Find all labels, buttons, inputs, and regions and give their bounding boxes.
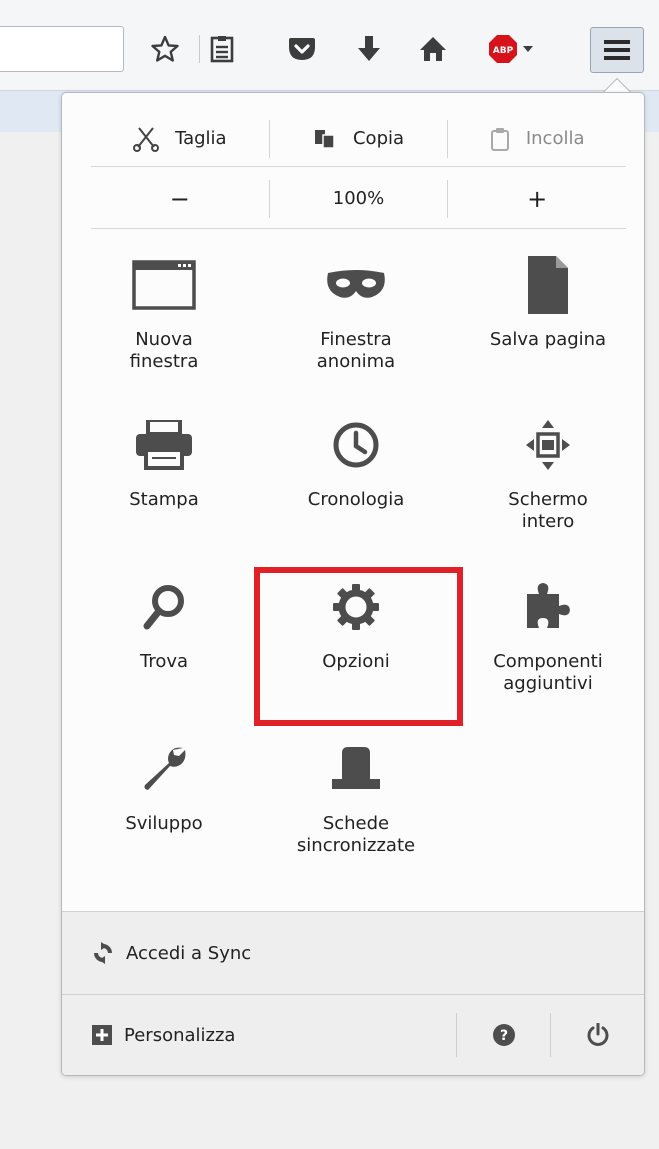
find-icon: [142, 575, 186, 639]
zoom-in-label: +: [527, 184, 548, 213]
find-button[interactable]: Trova: [76, 567, 252, 673]
help-button[interactable]: ?: [456, 1013, 550, 1057]
new-window-button[interactable]: Nuova finestra: [76, 245, 252, 373]
customize-plus-icon: [92, 1025, 112, 1045]
print-label: Stampa: [129, 489, 199, 510]
save-page-label: Salva pagina: [489, 329, 607, 350]
zoom-level: 100%: [332, 188, 385, 209]
private-window-label: Finestra anonima: [316, 329, 396, 372]
fullscreen-button[interactable]: Schermo intero: [460, 405, 636, 533]
synced-tabs-button[interactable]: Schede sincronizzate: [268, 729, 444, 857]
private-window-button[interactable]: Finestra anonima: [268, 245, 444, 373]
history-label: Cronologia: [307, 489, 405, 510]
fullscreen-icon: [526, 413, 570, 477]
history-button[interactable]: Cronologia: [268, 405, 444, 511]
developer-button[interactable]: Sviluppo: [76, 729, 252, 835]
help-icon: ?: [492, 1024, 515, 1046]
customize-label: Personalizza: [124, 1024, 236, 1046]
find-label: Trova: [139, 651, 189, 672]
print-button[interactable]: Stampa: [76, 405, 252, 511]
cut-button[interactable]: Taglia: [91, 120, 269, 158]
reading-list-icon[interactable]: [205, 32, 239, 66]
sync-label: Accedi a Sync: [126, 942, 252, 964]
copy-button[interactable]: Copia: [268, 119, 448, 158]
history-clock-icon: [332, 413, 380, 477]
developer-label: Sviluppo: [125, 813, 203, 834]
download-icon[interactable]: [352, 32, 386, 66]
zoom-reset-button[interactable]: 100%: [268, 179, 448, 218]
paste-button[interactable]: Incolla: [447, 119, 626, 158]
paste-icon: [490, 127, 509, 151]
developer-wrench-icon: [139, 737, 189, 801]
zoom-out-label: −: [169, 184, 190, 213]
synced-tabs-label: Schede sincronizzate: [296, 813, 416, 856]
abp-text: ABP: [493, 46, 514, 56]
zoom-controls: − 100% +: [91, 169, 626, 229]
new-window-label: Nuova finestra: [129, 329, 199, 372]
addons-puzzle-icon: [521, 575, 575, 639]
private-mask-icon: [326, 253, 386, 317]
bookmark-star-icon[interactable]: [148, 32, 182, 66]
cut-label: Taglia: [175, 128, 227, 149]
edit-controls: Taglia Copia Incolla: [91, 111, 626, 167]
customize-button[interactable]: Personalizza: [62, 995, 456, 1075]
svg-text:?: ?: [499, 1028, 507, 1044]
save-page-button[interactable]: Salva pagina: [460, 245, 636, 351]
panel-footer: Personalizza ?: [62, 995, 644, 1075]
paste-label: Incolla: [525, 128, 585, 149]
synced-tabs-icon: [330, 737, 382, 801]
open-menu-button[interactable]: [590, 27, 644, 73]
power-icon: [587, 1023, 608, 1046]
addons-button[interactable]: Componenti aggiuntivi: [460, 567, 636, 695]
scissors-icon: [133, 126, 160, 152]
print-icon: [136, 413, 192, 477]
addons-label: Componenti aggiuntivi: [493, 651, 603, 694]
new-window-icon: [132, 253, 196, 317]
save-page-icon: [528, 253, 568, 317]
sync-signin-row[interactable]: Accedi a Sync: [62, 911, 644, 995]
zoom-out-button[interactable]: −: [91, 180, 269, 218]
adblock-plus-icon[interactable]: ABP: [487, 32, 535, 66]
copy-icon: [314, 129, 335, 149]
url-bar[interactable]: [0, 26, 124, 72]
toolbar-separator: [199, 35, 200, 63]
quit-button[interactable]: [550, 1013, 644, 1057]
home-icon[interactable]: [416, 32, 450, 66]
options-highlight-box: [254, 567, 463, 726]
zoom-in-button[interactable]: +: [447, 179, 626, 218]
menu-icon: [604, 40, 630, 60]
browser-toolbar: ABP: [0, 0, 659, 90]
sync-icon: [94, 942, 112, 964]
fullscreen-label: Schermo intero: [508, 489, 588, 532]
copy-label: Copia: [352, 128, 405, 149]
pocket-icon[interactable]: [285, 32, 319, 66]
